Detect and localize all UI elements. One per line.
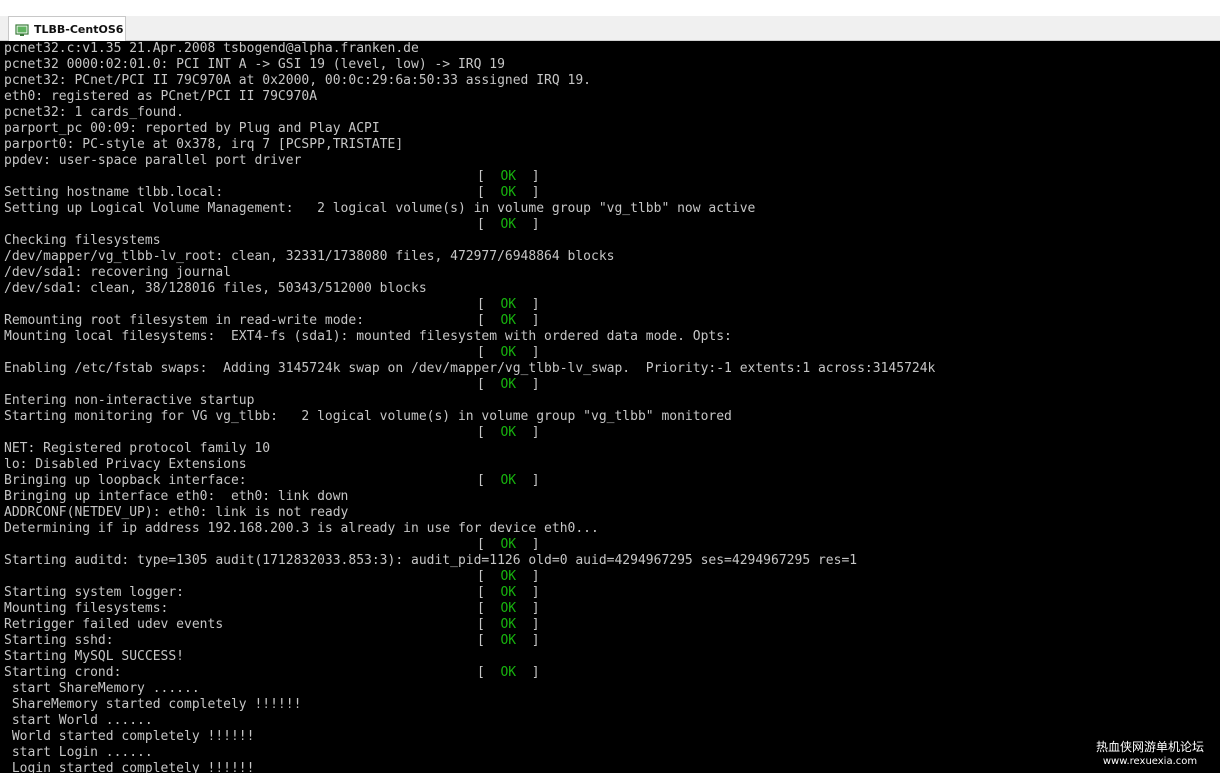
console-line: Starting auditd: type=1305 audit(1712832… <box>4 553 858 568</box>
console-line: Starting MySQL SUCCESS! <box>4 649 185 664</box>
console-line: Starting sshd: <box>4 633 114 648</box>
status-ok-text: OK <box>500 297 517 312</box>
status-ok-text: OK <box>500 169 517 184</box>
status-ok-badge: [ OK ] <box>477 377 540 392</box>
vm-console-icon <box>15 22 29 36</box>
status-ok-badge: [ OK ] <box>477 425 540 440</box>
console-line: ShareMemory started completely !!!!!! <box>4 697 302 712</box>
watermark-title: 热血侠网游单机论坛 <box>1095 740 1204 754</box>
console-line: eth0: registered as PCnet/PCI II 79C970A <box>4 89 318 104</box>
console-line: start Login ...... <box>4 745 153 760</box>
console-line: ADDRCONF(NETDEV_UP): eth0: link is not r… <box>4 505 349 520</box>
tab-title: TLBB-CentOS6 <box>34 22 124 36</box>
status-ok-badge: [ OK ] <box>477 169 540 184</box>
console-line: /dev/sda1: recovering journal <box>4 265 231 280</box>
status-ok-text: OK <box>500 633 517 648</box>
console-line: NET: Registered protocol family 10 <box>4 441 271 456</box>
status-ok-text: OK <box>500 617 517 632</box>
window-top-strip <box>0 0 1220 16</box>
console-line: pcnet32: 1 cards_found. <box>4 105 185 120</box>
console-line: Starting monitoring for VG vg_tlbb: 2 lo… <box>4 409 732 424</box>
console-line: Mounting filesystems: <box>4 601 169 616</box>
console-line: parport0: PC-style at 0x378, irq 7 [PCSP… <box>4 137 404 152</box>
console-line: Mounting local filesystems: EXT4-fs (sda… <box>4 329 732 344</box>
console-line: Remounting root filesystem in read-write… <box>4 313 365 328</box>
console-line: pcnet32 0000:02:01.0: PCI INT A -> GSI 1… <box>4 57 505 72</box>
console-line: start World ...... <box>4 713 153 728</box>
tab-vm-console[interactable]: TLBB-CentOS6 <box>8 16 126 41</box>
console-line: start ShareMemory ...... <box>4 681 200 696</box>
console-line: ppdev: user-space parallel port driver <box>4 153 302 168</box>
console-line: lo: Disabled Privacy Extensions <box>4 457 247 472</box>
status-ok-text: OK <box>500 377 517 392</box>
console-line: Setting up Logical Volume Management: 2 … <box>4 201 756 216</box>
status-ok-text: OK <box>500 585 517 600</box>
status-ok-text: OK <box>500 665 517 680</box>
console-line: /dev/sda1: clean, 38/128016 files, 50343… <box>4 281 427 296</box>
console-line: pcnet32.c:v1.35 21.Apr.2008 tsbogend@alp… <box>4 41 419 56</box>
console-line: Login started completely !!!!!! <box>4 761 255 773</box>
watermark-url: www.rexuexia.com <box>1102 756 1198 767</box>
status-ok-text: OK <box>500 185 517 200</box>
vm-console-screen[interactable]: pcnet32.c:v1.35 21.Apr.2008 tsbogend@alp… <box>0 41 1220 773</box>
status-ok-badge: [ OK ] <box>477 345 540 360</box>
status-ok-badge: [ OK ] <box>477 217 540 232</box>
console-line: Starting crond: <box>4 665 122 680</box>
console-line: pcnet32: PCnet/PCI II 79C970A at 0x2000,… <box>4 73 591 88</box>
console-line: Enabling /etc/fstab swaps: Adding 314572… <box>4 361 936 376</box>
console-line: /dev/mapper/vg_tlbb-lv_root: clean, 3233… <box>4 249 615 264</box>
status-ok-badge: [ OK ] <box>477 185 540 200</box>
tab-bar: TLBB-CentOS6 <box>0 16 1220 41</box>
status-ok-text: OK <box>500 473 517 488</box>
status-ok-badge: [ OK ] <box>477 665 540 680</box>
status-ok-text: OK <box>500 217 517 232</box>
status-ok-text: OK <box>500 569 517 584</box>
status-ok-badge: [ OK ] <box>477 473 540 488</box>
status-ok-badge: [ OK ] <box>477 633 540 648</box>
console-line: Entering non-interactive startup <box>4 393 255 408</box>
status-ok-text: OK <box>500 313 517 328</box>
console-line: Bringing up interface eth0: eth0: link d… <box>4 489 349 504</box>
status-ok-text: OK <box>500 345 517 360</box>
console-line: World started completely !!!!!! <box>4 729 255 744</box>
status-ok-badge: [ OK ] <box>477 617 540 632</box>
status-ok-badge: [ OK ] <box>477 537 540 552</box>
status-ok-text: OK <box>500 537 517 552</box>
console-line: Determining if ip address 192.168.200.3 … <box>4 521 599 536</box>
status-ok-text: OK <box>500 601 517 616</box>
status-ok-text: OK <box>500 425 517 440</box>
status-ok-badge: [ OK ] <box>477 313 540 328</box>
console-line: Setting hostname tlbb.local: <box>4 185 224 200</box>
console-line: Checking filesystems <box>4 233 161 248</box>
forum-watermark: 热血侠网游单机论坛 www.rexuexia.com <box>1088 737 1212 771</box>
status-ok-badge: [ OK ] <box>477 585 540 600</box>
status-ok-badge: [ OK ] <box>477 601 540 616</box>
console-line: Starting system logger: <box>4 585 185 600</box>
console-line: Retrigger failed udev events <box>4 617 224 632</box>
console-line: parport_pc 00:09: reported by Plug and P… <box>4 121 380 136</box>
status-ok-badge: [ OK ] <box>477 569 540 584</box>
console-line: Bringing up loopback interface: <box>4 473 247 488</box>
status-ok-badge: [ OK ] <box>477 297 540 312</box>
